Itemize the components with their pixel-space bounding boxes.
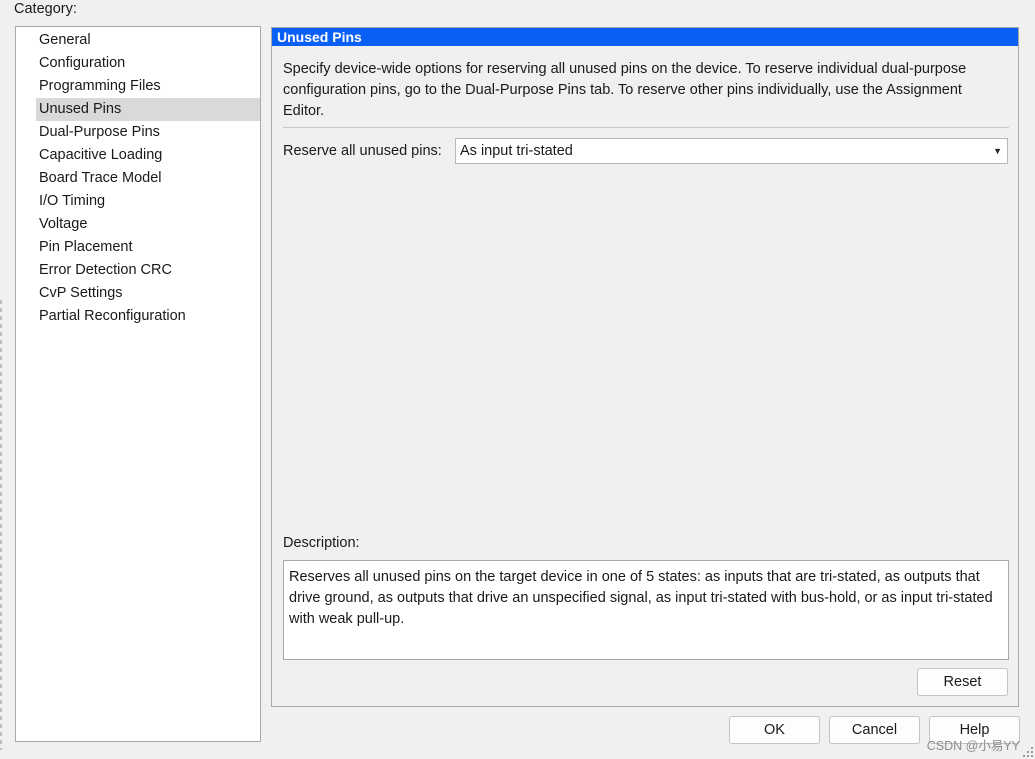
category-item-board-trace-model[interactable]: Board Trace Model [16, 167, 260, 190]
category-item-dual-purpose-pins[interactable]: Dual-Purpose Pins [16, 121, 260, 144]
category-item-general[interactable]: General [16, 29, 260, 52]
panel-intro-text: Specify device-wide options for reservin… [283, 61, 967, 119]
category-item-configuration[interactable]: Configuration [16, 52, 260, 75]
reset-button[interactable]: Reset [917, 668, 1008, 696]
category-item-unused-pins[interactable]: Unused Pins [36, 98, 260, 121]
category-item-io-timing[interactable]: I/O Timing [16, 190, 260, 213]
dropdown-arrow-icon: ▼ [993, 146, 1002, 156]
cancel-button[interactable]: Cancel [829, 716, 920, 744]
description-label: Description: [283, 535, 360, 551]
resize-grip-icon[interactable] [1023, 747, 1033, 757]
divider [283, 127, 1009, 128]
ok-button[interactable]: OK [729, 716, 820, 744]
category-item-partial-reconfiguration[interactable]: Partial Reconfiguration [16, 305, 260, 328]
reserve-unused-pins-value: As input tri-stated [460, 143, 573, 159]
category-item-pin-placement[interactable]: Pin Placement [16, 236, 260, 259]
description-box: Reserves all unused pins on the target d… [283, 560, 1009, 660]
watermark: CSDN @小易YY [926, 739, 1020, 753]
category-item-cvp-settings[interactable]: CvP Settings [16, 282, 260, 305]
category-item-error-detection-crc[interactable]: Error Detection CRC [16, 259, 260, 282]
category-item-programming-files[interactable]: Programming Files [16, 75, 260, 98]
category-item-capacitive-loading[interactable]: Capacitive Loading [16, 144, 260, 167]
reserve-unused-pins-label: Reserve all unused pins: [283, 143, 442, 159]
reserve-unused-pins-dropdown[interactable]: As input tri-stated ▼ [455, 138, 1008, 164]
category-item-voltage[interactable]: Voltage [16, 213, 260, 236]
category-list: General Configuration Programming Files … [15, 26, 261, 742]
panel-title: Unused Pins [272, 28, 1018, 46]
settings-panel: Unused Pins Specify device-wide options … [271, 27, 1019, 707]
category-label: Category: [14, 1, 77, 17]
window-left-edge [0, 300, 2, 750]
